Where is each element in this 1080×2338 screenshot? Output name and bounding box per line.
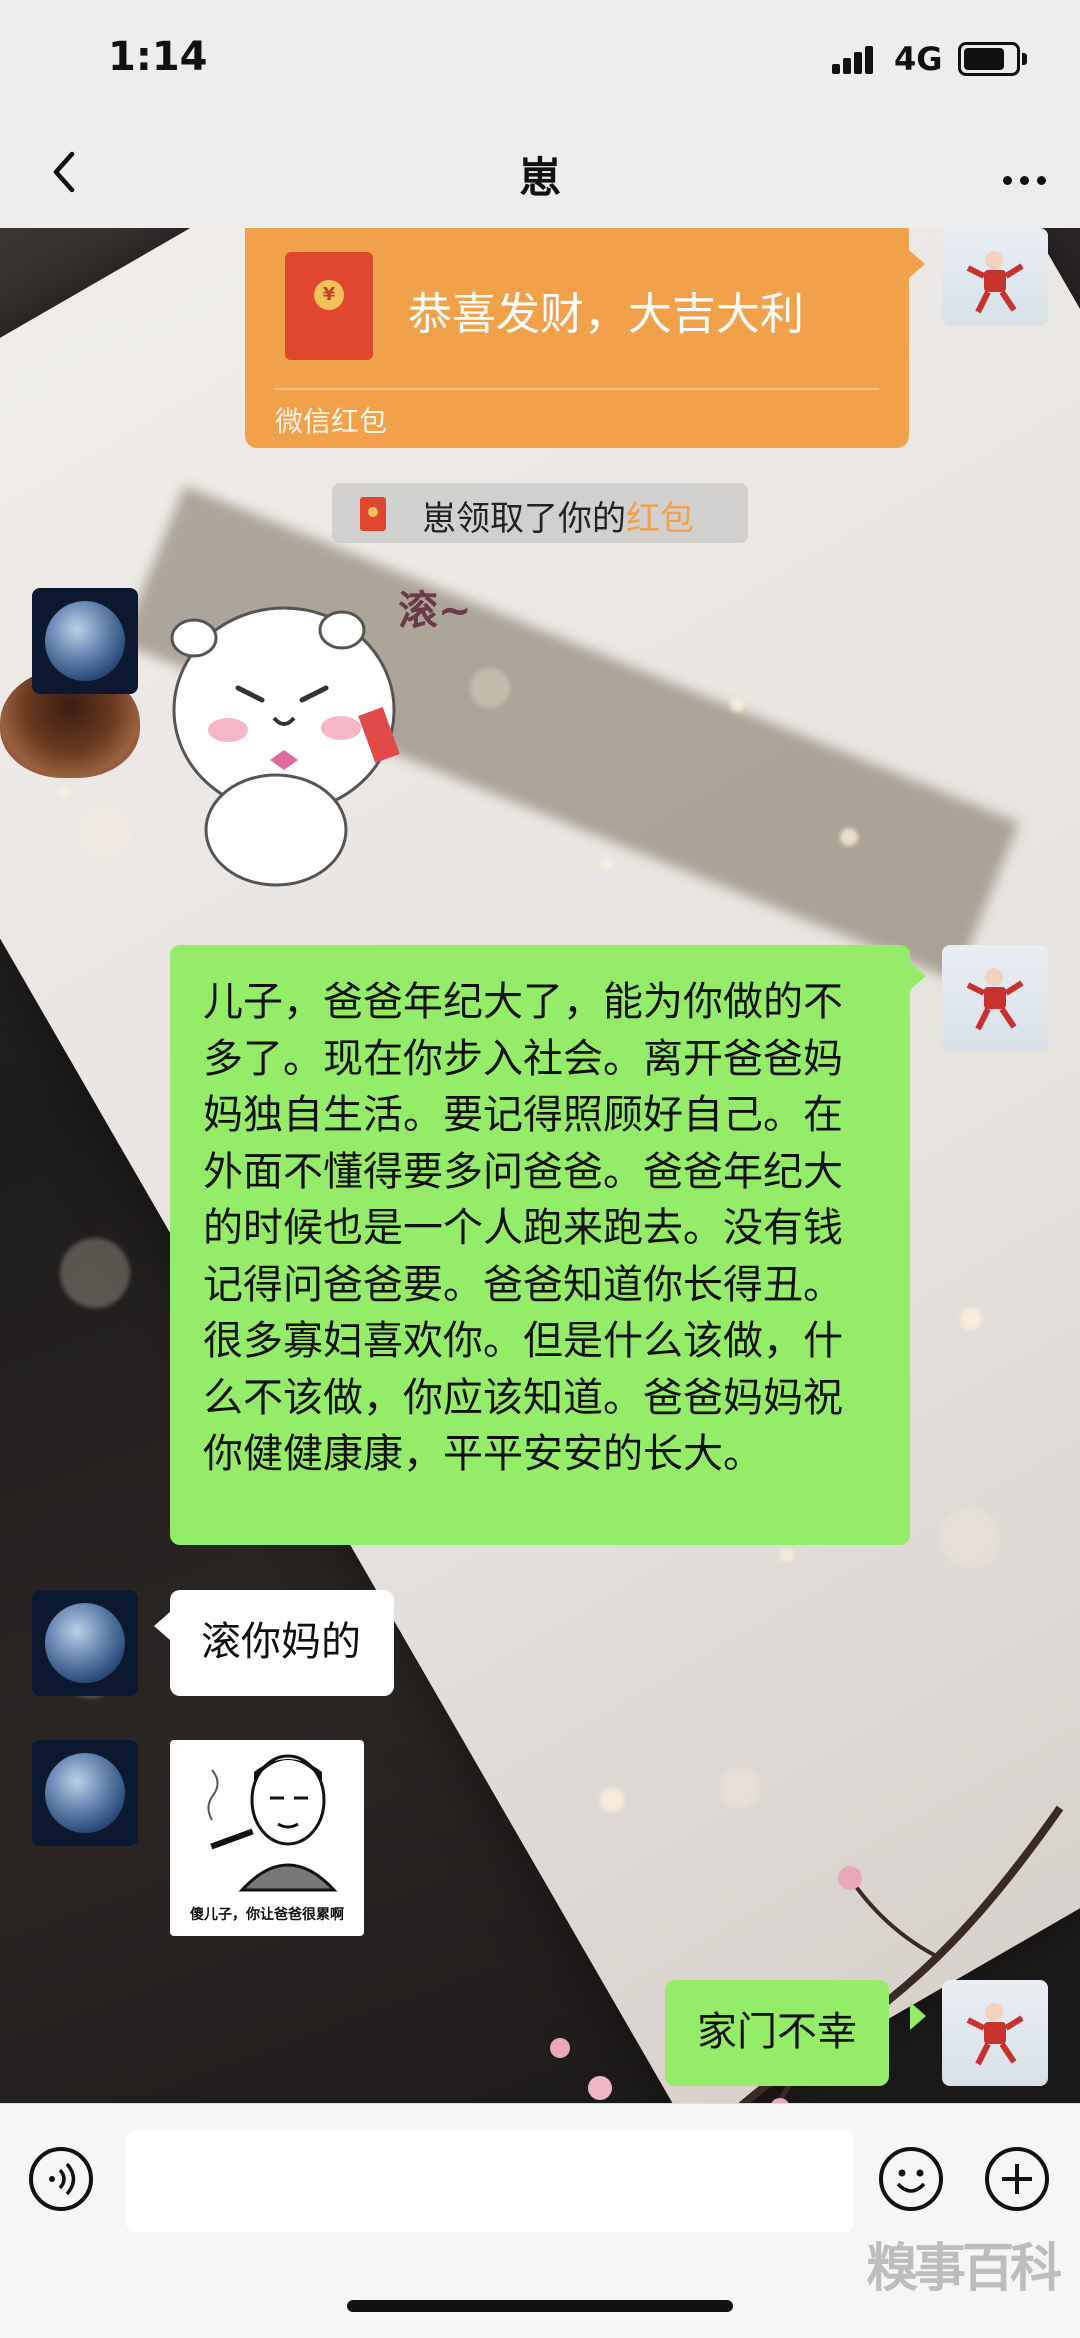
my-avatar[interactable] xyxy=(942,945,1048,1051)
my-message-long[interactable]: 儿子，爸爸年纪大了，能为你做的不多了。现在你步入社会。离开爸爸妈妈独自生活。要记… xyxy=(170,945,910,1545)
bubble-tail xyxy=(910,962,926,990)
bear-sticker-icon xyxy=(170,606,400,887)
chat-title: 崽 xyxy=(518,153,561,202)
red-packet-icon xyxy=(360,497,386,531)
meme-image[interactable]: 傻儿子，你让爸爸很累啊 xyxy=(170,1740,364,1936)
divider xyxy=(275,388,879,390)
meme-caption: 傻儿子，你让爸爸很累啊 xyxy=(190,1907,344,1923)
notice-link[interactable]: 红包 xyxy=(626,499,694,539)
kid-figure-icon xyxy=(966,968,1024,1031)
voice-icon[interactable] xyxy=(28,2146,94,2212)
red-packet-icon: ¥ xyxy=(285,252,373,360)
status-bar: 1:14 4G xyxy=(0,0,1080,120)
contact-message[interactable]: 滚你妈的 xyxy=(170,1590,394,1696)
emoji-icon[interactable] xyxy=(878,2146,944,2212)
my-avatar[interactable] xyxy=(942,228,1048,326)
bubble-tail xyxy=(909,250,925,278)
red-packet-greeting: 恭喜发财，大吉大利 xyxy=(408,289,804,340)
home-indicator[interactable] xyxy=(347,2300,733,2312)
contact-avatar[interactable] xyxy=(32,1740,138,1846)
status-time: 1:14 xyxy=(108,34,208,80)
meme-face-icon xyxy=(207,1754,338,1892)
red-packet-message[interactable]: ¥ 恭喜发财，大吉大利 微信红包 xyxy=(245,228,909,448)
system-notice: 崽领取了你的红包 xyxy=(332,483,748,543)
battery-icon xyxy=(958,42,1027,76)
notice-text: 崽领取了你的红包 xyxy=(422,499,694,539)
more-icon[interactable] xyxy=(995,170,1046,189)
message-input[interactable] xyxy=(126,2130,854,2232)
my-avatar[interactable] xyxy=(942,1980,1048,2086)
contact-avatar[interactable] xyxy=(32,1590,138,1696)
bubble-tail xyxy=(910,2002,926,2030)
my-message-short[interactable]: 家门不幸 xyxy=(665,1980,889,2086)
nav-bar: 崽 xyxy=(0,120,1080,228)
network-type: 4G xyxy=(894,40,943,78)
sticker-caption: 滚~ xyxy=(398,588,472,634)
plus-icon[interactable] xyxy=(984,2146,1050,2212)
contact-avatar[interactable] xyxy=(32,588,138,694)
watermark: 糗事百科 xyxy=(866,2239,1062,2299)
sticker-message[interactable]: 滚~ xyxy=(166,560,526,920)
kid-figure-icon xyxy=(966,251,1024,314)
red-packet-label: 微信红包 xyxy=(275,405,388,438)
kid-figure-icon xyxy=(966,2003,1024,2066)
bubble-tail xyxy=(154,1612,170,1640)
signal-icon xyxy=(832,46,876,74)
